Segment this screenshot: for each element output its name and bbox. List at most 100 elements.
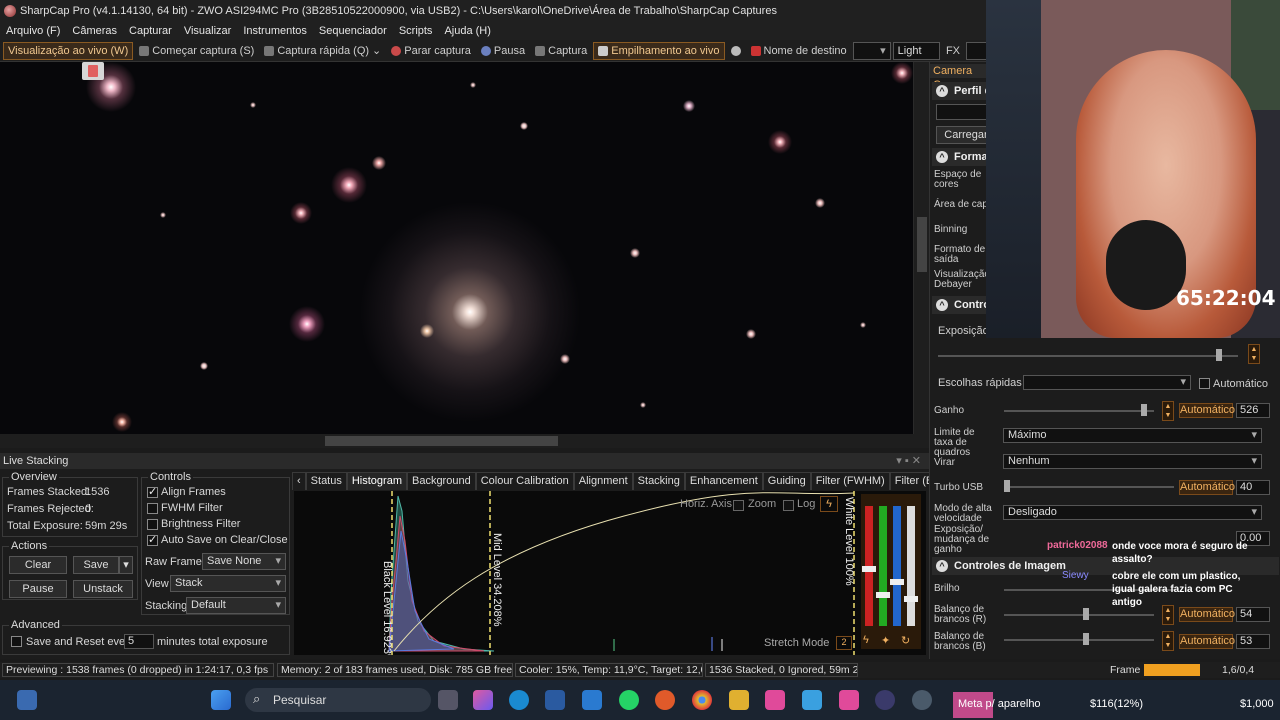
stop-capture-button[interactable]: Parar captura	[387, 42, 475, 60]
sparkle-icon[interactable]: ✦	[881, 634, 890, 647]
raw-frames-select[interactable]: Save None	[202, 553, 286, 570]
app-icon[interactable]	[765, 690, 785, 710]
rgb-level-controls[interactable]: ϟ ✦ ↻	[861, 494, 921, 649]
camera-control-tab[interactable]: Camera Con	[930, 64, 990, 91]
histogram-view[interactable]: Black Level 16.923% Mid Level 34.208% Wh…	[294, 491, 926, 655]
slider-knob[interactable]	[1004, 480, 1010, 492]
wb-blue-spinner[interactable]: ▲ ▼	[1162, 631, 1174, 651]
turbo-usb-slider[interactable]	[1004, 486, 1174, 488]
scrollbar-thumb[interactable]	[325, 436, 558, 446]
menu-capturar[interactable]: Capturar	[123, 22, 178, 40]
menu-ajuda[interactable]: Ajuda (H)	[438, 22, 496, 40]
chrome-icon[interactable]	[692, 690, 712, 710]
gain-auto-button[interactable]: Automático	[1179, 403, 1235, 418]
autosave-checkbox[interactable]	[147, 533, 158, 546]
frame-rate-limit-select[interactable]: Máximo	[1003, 428, 1262, 443]
save-reset-minutes-input[interactable]: 5	[124, 634, 154, 649]
pause-stacking-button[interactable]: Pause	[9, 580, 67, 598]
wb-blue-auto-button[interactable]: Automático	[1179, 634, 1235, 649]
edge-icon[interactable]	[509, 690, 529, 710]
app-icon[interactable]	[802, 690, 822, 710]
unstack-button[interactable]: Unstack	[73, 580, 133, 598]
slider-knob[interactable]	[862, 566, 876, 572]
collapse-icon[interactable]: ^	[936, 151, 948, 163]
wb-blue-slider[interactable]	[1004, 639, 1154, 641]
capture-button[interactable]: Captura	[531, 42, 591, 60]
app-icon[interactable]	[875, 690, 895, 710]
wb-red-auto-button[interactable]: Automático	[1179, 607, 1235, 622]
save-dropdown-chevron-icon[interactable]: ▾	[119, 556, 133, 574]
image-viewer[interactable]	[0, 62, 913, 434]
slider-knob[interactable]	[1083, 633, 1089, 645]
tab-alignment[interactable]: Alignment	[573, 472, 633, 490]
origin-icon[interactable]	[655, 690, 675, 710]
taskbar-search-box[interactable]: ⌕ Pesquisar	[245, 688, 431, 712]
reset-icon[interactable]: ↻	[901, 634, 910, 647]
task-view-icon[interactable]	[438, 690, 458, 710]
stack-overlay-icon[interactable]	[82, 62, 104, 80]
exposure-slider[interactable]	[938, 355, 1238, 357]
tab-filter-fwhm[interactable]: Filter (FWHM)	[810, 472, 890, 490]
whatsapp-icon[interactable]	[619, 690, 639, 710]
tab-stacking[interactable]: Stacking	[632, 472, 685, 490]
tab-colour-calibration[interactable]: Colour Calibration	[475, 472, 574, 490]
tab-status[interactable]: Status	[305, 472, 347, 490]
gain-spinner[interactable]: ▲ ▼	[1162, 401, 1174, 421]
menu-instrumentos[interactable]: Instrumentos	[237, 22, 313, 40]
slider-knob[interactable]	[1141, 404, 1147, 416]
exposure-spinner[interactable]: ▲ ▼	[1248, 344, 1260, 364]
high-speed-mode-select[interactable]: Desligado	[1003, 505, 1262, 520]
live-stack-button[interactable]: Empilhamento ao vivo	[593, 41, 725, 60]
menu-sequenciador[interactable]: Sequenciador	[313, 22, 393, 40]
wb-red-value-input[interactable]: 54	[1236, 607, 1270, 622]
zoom-checkbox[interactable]	[733, 500, 744, 511]
turbo-auto-button[interactable]: Automático	[1179, 480, 1235, 495]
start-capture-button[interactable]: Começar captura (S)	[135, 42, 258, 60]
frame-type-select[interactable]: Light Frames▾	[892, 41, 940, 73]
viewer-vertical-scrollbar[interactable]	[913, 62, 929, 434]
view-select[interactable]: Stack	[170, 575, 286, 592]
slider-knob[interactable]	[904, 596, 918, 602]
weather-widget-icon[interactable]	[17, 690, 37, 710]
menu-arquivo[interactable]: Arquivo (F)	[0, 22, 66, 40]
pause-button[interactable]: Pausa	[477, 42, 529, 60]
menu-visualizar[interactable]: Visualizar	[178, 22, 238, 40]
quick-choices-select[interactable]	[1023, 375, 1191, 390]
slider-knob[interactable]	[876, 592, 890, 598]
align-frames-checkbox[interactable]	[147, 485, 158, 498]
viewer-horizontal-scrollbar[interactable]	[0, 434, 929, 448]
menu-scripts[interactable]: Scripts	[393, 22, 439, 40]
app-icon[interactable]	[582, 690, 602, 710]
stretch-mode-button[interactable]: 2	[836, 636, 852, 650]
gain-value-input[interactable]: 526	[1236, 403, 1270, 418]
file-explorer-icon[interactable]	[729, 690, 749, 710]
menu-cameras[interactable]: Câmeras	[66, 22, 123, 40]
start-menu-icon[interactable]	[211, 690, 231, 710]
quick-capture-button[interactable]: Captura rápida (Q) ⌄	[260, 42, 385, 60]
flip-select[interactable]: Nenhum	[1003, 454, 1262, 469]
panel-close-icon[interactable]: ▾ ▪ ✕	[896, 453, 921, 469]
gain-slider[interactable]	[1004, 410, 1154, 412]
tabs-scroll-left-icon[interactable]: ‹	[292, 472, 306, 490]
green-level-slider[interactable]	[879, 506, 887, 626]
stacking-select[interactable]: Default	[186, 597, 286, 614]
lightning-icon[interactable]: ϟ	[863, 634, 869, 646]
tab-guiding[interactable]: Guiding	[762, 472, 811, 490]
log-checkbox[interactable]	[783, 500, 794, 511]
auto-stretch-lightning-icon[interactable]: ϟ	[820, 496, 838, 512]
turbo-value-input[interactable]: 40	[1236, 480, 1270, 495]
auto-exposure-checkbox[interactable]	[1199, 378, 1210, 389]
scrollbar-thumb[interactable]	[917, 217, 927, 272]
store-icon[interactable]	[545, 690, 565, 710]
chevron-down-icon[interactable]: ⌄	[372, 42, 381, 60]
tab-enhancement[interactable]: Enhancement	[684, 472, 763, 490]
target-name-select[interactable]: ▾	[852, 41, 891, 60]
app-icon[interactable]	[839, 690, 859, 710]
slider-knob[interactable]	[890, 579, 904, 585]
slider-knob[interactable]	[1083, 608, 1089, 620]
blue-level-slider[interactable]	[893, 506, 901, 626]
live-view-button[interactable]: Visualização ao vivo (W)	[3, 41, 134, 60]
tab-background[interactable]: Background	[406, 472, 476, 490]
collapse-icon[interactable]: ^	[936, 299, 948, 311]
sharpcap-taskbar-icon[interactable]	[912, 690, 932, 710]
